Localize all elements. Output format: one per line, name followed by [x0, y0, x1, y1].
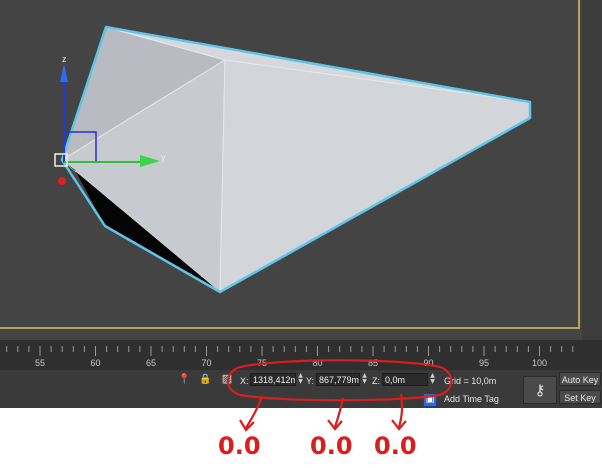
annotation-ellipse [226, 359, 453, 402]
annotation-overlay [226, 359, 453, 432]
annotation-y-value: 0.0 [310, 432, 353, 460]
annotation-z-value: 0.0 [374, 432, 417, 460]
annotation-x-value: 0.0 [218, 432, 261, 460]
